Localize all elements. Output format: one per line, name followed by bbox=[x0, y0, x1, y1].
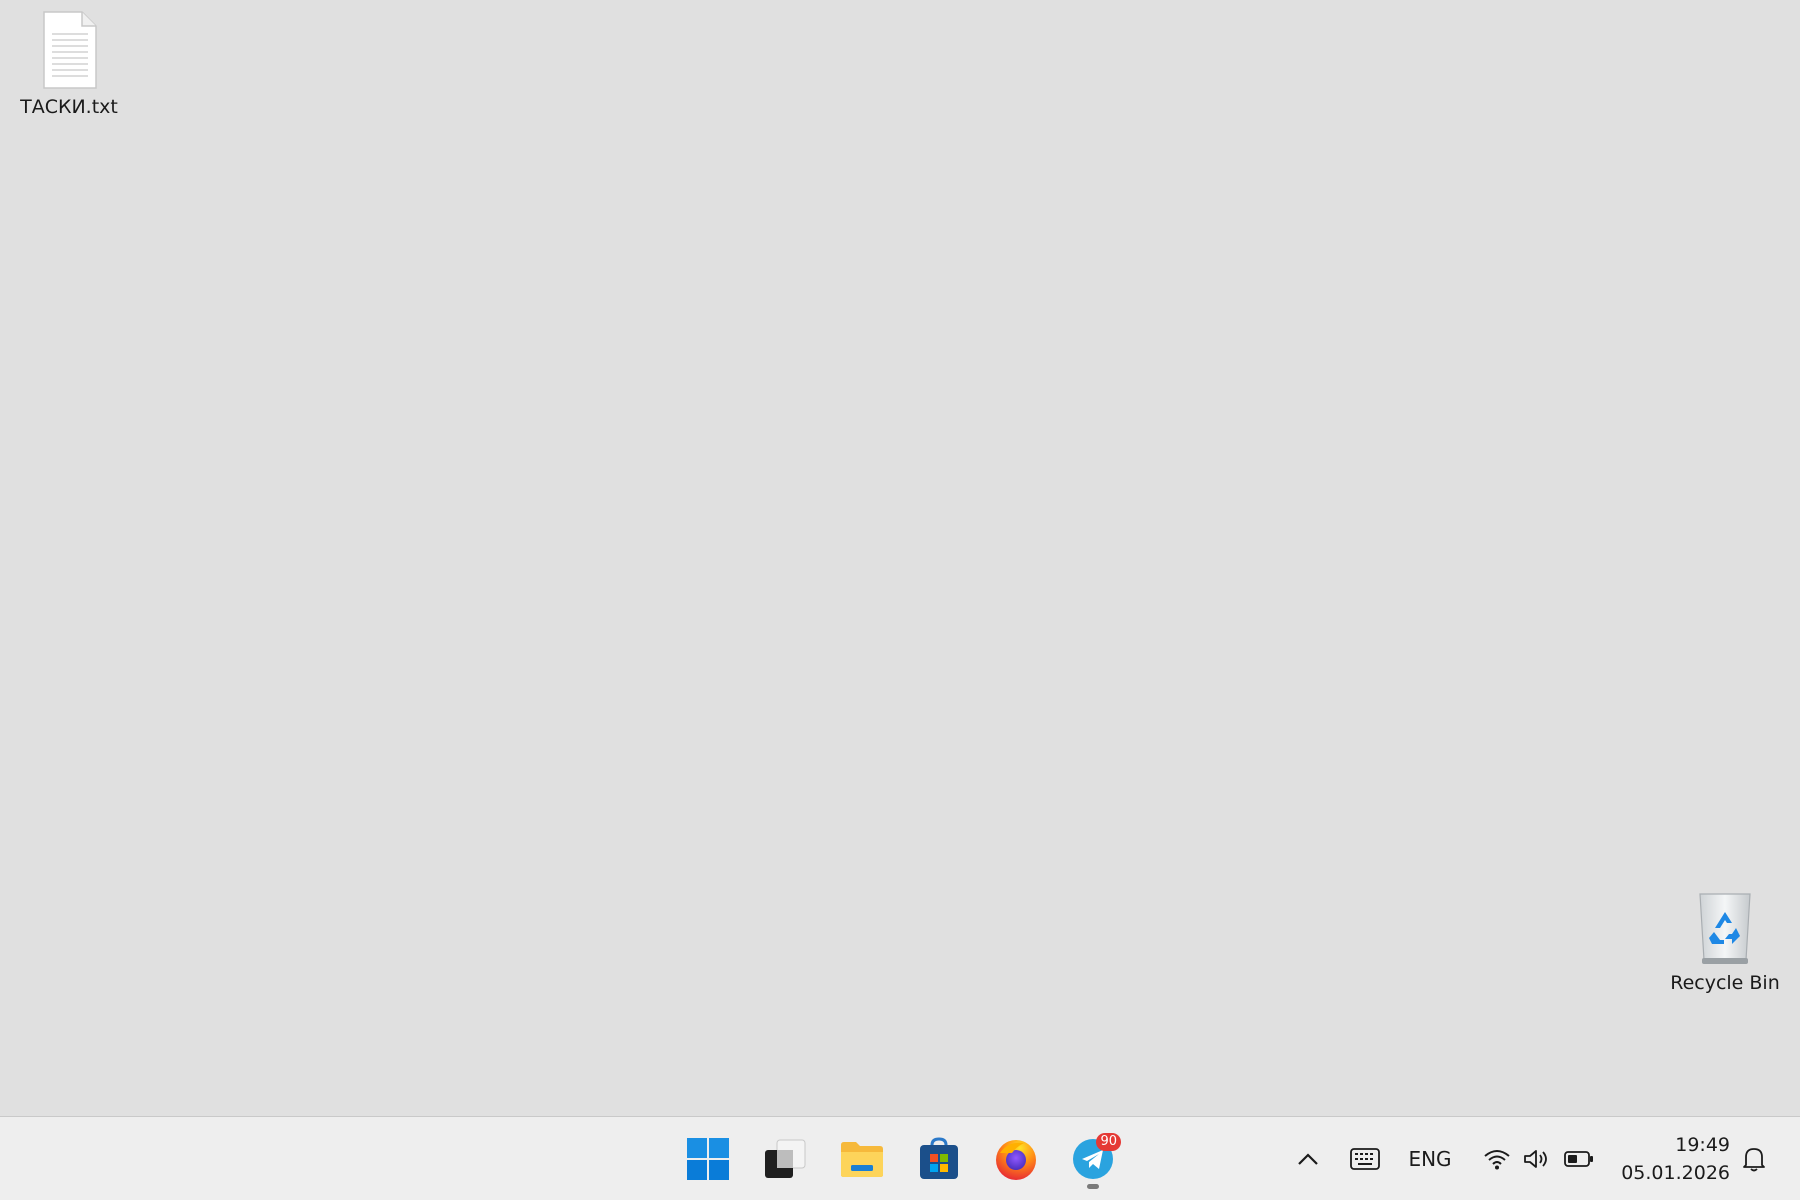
input-language-button[interactable]: ENG bbox=[1402, 1117, 1458, 1201]
firefox-button[interactable] bbox=[984, 1127, 1048, 1191]
battery-icon bbox=[1564, 1151, 1593, 1167]
windows-logo-icon bbox=[687, 1138, 729, 1180]
folder-icon bbox=[841, 1142, 883, 1177]
clock-time: 19:49 bbox=[1675, 1134, 1730, 1156]
notification-center-button[interactable] bbox=[1736, 1117, 1772, 1201]
unread-badge: 90 bbox=[1096, 1133, 1121, 1151]
touch-keyboard-button[interactable] bbox=[1346, 1117, 1384, 1201]
running-indicator bbox=[1087, 1184, 1099, 1189]
chevron-up-icon bbox=[1298, 1153, 1318, 1165]
task-view-icon bbox=[765, 1139, 806, 1178]
clock-date: 05.01.2026 bbox=[1621, 1162, 1730, 1184]
file-explorer-button[interactable] bbox=[830, 1127, 894, 1191]
taskbar: 90 ENG 19:49 05.01.2026 bbox=[0, 1116, 1800, 1200]
desktop[interactable]: ТАСКИ.txt Recycle Bin bbox=[0, 0, 1800, 1116]
clock-button[interactable]: 19:49 05.01.2026 bbox=[1610, 1117, 1730, 1201]
desktop-icon-label: ТАСКИ.txt bbox=[20, 96, 118, 118]
start-button[interactable] bbox=[676, 1127, 740, 1191]
touch-keyboard-icon bbox=[1350, 1148, 1380, 1170]
battery-button[interactable] bbox=[1562, 1117, 1596, 1201]
network-button[interactable] bbox=[1480, 1117, 1514, 1201]
desktop-icon-label: Recycle Bin bbox=[1670, 972, 1780, 994]
desktop-icon-taski-txt[interactable]: ТАСКИ.txt bbox=[9, 10, 129, 118]
task-view-button[interactable] bbox=[753, 1127, 817, 1191]
firefox-icon bbox=[996, 1140, 1036, 1180]
wifi-icon bbox=[1484, 1150, 1510, 1170]
speaker-icon bbox=[1524, 1150, 1547, 1168]
desktop-icon-recycle-bin[interactable]: Recycle Bin bbox=[1665, 890, 1785, 994]
recycle-bin-icon bbox=[1699, 893, 1751, 964]
input-language-label: ENG bbox=[1408, 1147, 1452, 1171]
show-hidden-icons-button[interactable] bbox=[1290, 1117, 1326, 1201]
volume-button[interactable] bbox=[1520, 1117, 1554, 1201]
store-icon bbox=[920, 1137, 958, 1179]
telegram-button[interactable]: 90 bbox=[1061, 1127, 1125, 1191]
microsoft-store-button[interactable] bbox=[907, 1127, 971, 1191]
bell-icon bbox=[1743, 1148, 1765, 1172]
text-file-icon bbox=[43, 11, 97, 89]
